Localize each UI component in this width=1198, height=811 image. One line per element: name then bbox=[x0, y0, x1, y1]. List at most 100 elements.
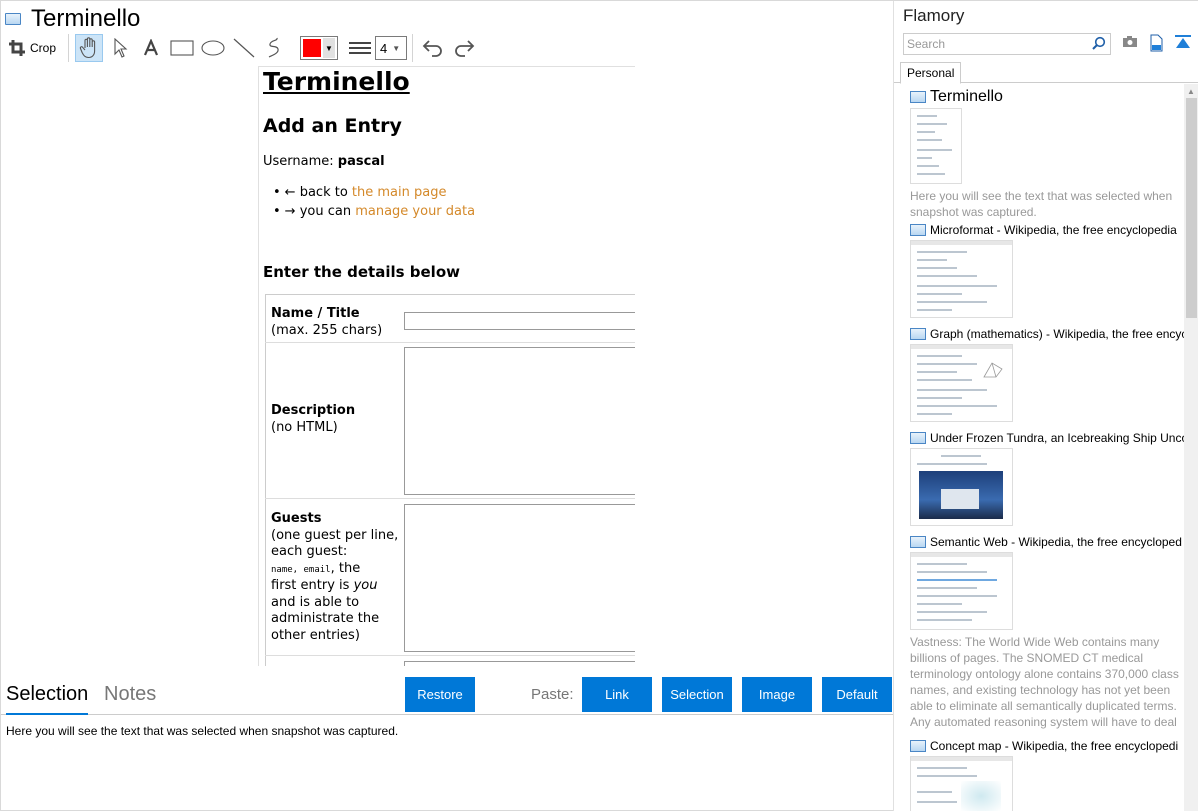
hand-icon bbox=[79, 37, 96, 59]
line-width-value[interactable]: 4 ▼ bbox=[375, 36, 408, 60]
manage-data-link[interactable]: manage your data bbox=[355, 204, 475, 219]
list-item[interactable]: Graph (mathematics) - Wikipedia, the fre… bbox=[910, 326, 1184, 422]
form-row-description: Description (no HTML) bbox=[265, 343, 635, 499]
pointer-icon bbox=[114, 38, 128, 58]
chevron-down-icon: ▼ bbox=[392, 43, 401, 53]
description-field[interactable] bbox=[404, 347, 635, 495]
redo-button[interactable] bbox=[450, 34, 478, 62]
entry-title: Semantic Web - Wikipedia, the free encyc… bbox=[930, 535, 1182, 549]
entry-thumbnail bbox=[910, 756, 1013, 811]
form-row bbox=[265, 656, 635, 666]
sidebar-tab-bar: Personal bbox=[894, 61, 1198, 84]
entry-note: Vastness: The World Wide Web contains ma… bbox=[910, 635, 1179, 732]
form-row-name: Name / Title (max. 255 chars) bbox=[265, 298, 635, 343]
sidebar-scrollbar[interactable]: ▲ bbox=[1184, 84, 1198, 811]
collapse-to-top-icon[interactable] bbox=[1174, 34, 1192, 50]
paste-selection-button[interactable]: Selection bbox=[662, 677, 732, 712]
main-page-link[interactable]: the main page bbox=[352, 185, 447, 200]
list-item[interactable]: Under Frozen Tundra, an Icebreaking Ship… bbox=[910, 430, 1184, 526]
entry-thumbnail bbox=[910, 344, 1013, 422]
rectangle-tool-button[interactable] bbox=[168, 34, 196, 62]
sidebar-title: Flamory bbox=[903, 6, 965, 25]
page-favicon-icon bbox=[910, 328, 926, 340]
entry-thumbnail bbox=[910, 108, 962, 184]
tab-selection[interactable]: Selection bbox=[6, 683, 89, 715]
flamory-sidebar: Flamory Search Personal Terminello Here … bbox=[893, 1, 1198, 811]
line-tool-button[interactable] bbox=[230, 34, 258, 62]
line-width-icon bbox=[349, 42, 372, 54]
entry-thumbnail bbox=[910, 448, 1013, 526]
snapshot-page-title: Terminello bbox=[263, 67, 410, 96]
chevron-down-icon: ▼ bbox=[323, 38, 336, 58]
document-icon[interactable] bbox=[1148, 34, 1164, 52]
entry-title: Terminello bbox=[930, 88, 1003, 105]
form-field[interactable] bbox=[404, 661, 635, 666]
window-title: Terminello bbox=[31, 5, 141, 32]
snapshot-username: Username: pascal bbox=[263, 154, 385, 169]
paste-link-button[interactable]: Link bbox=[582, 677, 652, 712]
list-item[interactable]: Concept map - Wikipedia, the free encycl… bbox=[910, 738, 1184, 811]
crop-label: Crop bbox=[30, 41, 57, 55]
entry-title: Concept map - Wikipedia, the free encycl… bbox=[930, 739, 1179, 753]
ellipse-tool-button[interactable] bbox=[199, 34, 227, 62]
form-label: Description (no HTML) bbox=[271, 403, 356, 435]
freehand-icon bbox=[268, 37, 279, 58]
form-label: Guests (one guest per line, each guest: … bbox=[271, 511, 399, 643]
undo-button[interactable] bbox=[419, 34, 447, 62]
snapshot-details-heading: Enter the details below bbox=[263, 263, 460, 281]
crop-button[interactable]: Crop bbox=[5, 34, 60, 62]
form-label: Name / Title (max. 255 chars) bbox=[271, 306, 383, 338]
entry-title: Under Frozen Tundra, an Icebreaking Ship… bbox=[930, 431, 1184, 445]
entry-note: Here you will see the text that was sele… bbox=[910, 189, 1173, 219]
redo-icon bbox=[455, 40, 475, 57]
color-swatch bbox=[303, 39, 322, 57]
snapshot-list: Terminello Here you will see the text th… bbox=[894, 84, 1184, 811]
page-favicon-icon bbox=[910, 432, 926, 444]
page-favicon-icon bbox=[910, 740, 926, 752]
toolbar-separator bbox=[412, 34, 414, 62]
rectangle-icon bbox=[170, 40, 194, 56]
list-item[interactable]: Semantic Web - Wikipedia, the free encyc… bbox=[910, 534, 1184, 732]
entry-title: Microformat - Wikipedia, the free encycl… bbox=[930, 223, 1177, 237]
scroll-up-icon[interactable]: ▲ bbox=[1187, 87, 1195, 96]
text-tool-button[interactable] bbox=[137, 34, 165, 62]
search-icon[interactable] bbox=[1092, 36, 1106, 50]
list-item[interactable]: Microformat - Wikipedia, the free encycl… bbox=[910, 222, 1184, 318]
color-picker[interactable]: ▼ bbox=[300, 36, 339, 60]
bottom-tab-bar: Selection Notes Restore Paste: Link Sele… bbox=[1, 677, 893, 715]
paste-image-button[interactable]: Image bbox=[742, 677, 812, 712]
paste-default-button[interactable]: Default bbox=[822, 677, 892, 712]
snapshot-link-list: ← back to the main page → you can manage… bbox=[283, 183, 475, 221]
search-input[interactable]: Search bbox=[903, 33, 1111, 55]
page-favicon-icon bbox=[5, 13, 21, 25]
page-favicon-icon bbox=[910, 91, 926, 103]
crop-icon bbox=[9, 40, 25, 56]
restore-button[interactable]: Restore bbox=[405, 677, 475, 712]
list-item: ← back to the main page bbox=[283, 183, 475, 202]
text-icon bbox=[144, 39, 159, 56]
select-tool-button[interactable] bbox=[106, 34, 134, 62]
guests-field[interactable] bbox=[404, 504, 635, 652]
toolbar-separator bbox=[68, 34, 70, 62]
form-row-guests: Guests (one guest per line, each guest: … bbox=[265, 499, 635, 656]
list-item: → you can manage your data bbox=[283, 202, 475, 221]
tab-notes[interactable]: Notes bbox=[104, 683, 156, 715]
freehand-tool-button[interactable] bbox=[261, 34, 289, 62]
drawing-toolbar: Crop ▼ 4 ▼ bbox=[5, 33, 481, 63]
tab-personal[interactable]: Personal bbox=[900, 62, 962, 84]
entry-thumbnail bbox=[910, 240, 1013, 318]
entry-thumbnail bbox=[910, 552, 1013, 630]
selection-text: Here you will see the text that was sele… bbox=[6, 724, 399, 738]
camera-icon[interactable] bbox=[1122, 34, 1138, 50]
scrollbar-thumb[interactable] bbox=[1186, 98, 1197, 318]
snapshot-heading: Add an Entry bbox=[263, 115, 402, 137]
list-item[interactable]: Terminello Here you will see the text th… bbox=[910, 88, 1184, 220]
window-title-bar: Terminello bbox=[5, 5, 140, 33]
line-width-select[interactable]: 4 ▼ bbox=[348, 36, 408, 60]
hand-tool-button[interactable] bbox=[75, 34, 104, 62]
name-field[interactable] bbox=[404, 312, 635, 330]
line-icon bbox=[233, 38, 255, 58]
entry-title: Graph (mathematics) - Wikipedia, the fre… bbox=[930, 327, 1184, 341]
snapshot-canvas[interactable]: Terminello Add an Entry Username: pascal… bbox=[258, 66, 635, 666]
page-favicon-icon bbox=[910, 224, 926, 236]
